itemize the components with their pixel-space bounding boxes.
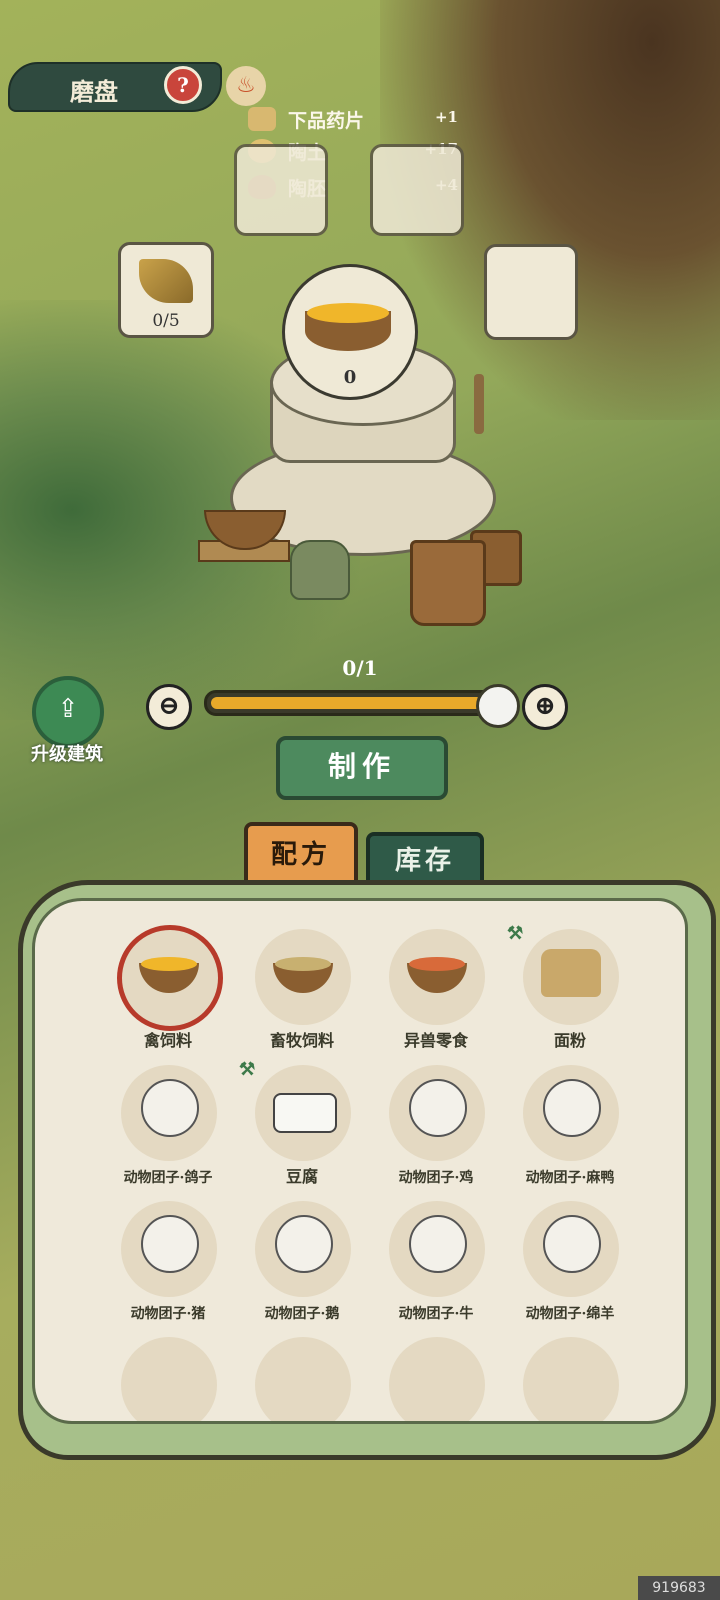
- help-icon[interactable]: ?: [164, 66, 202, 104]
- recipe-item-label: 禽饲料: [143, 1031, 192, 1050]
- recipe-item[interactable]: 禽饲料: [103, 923, 233, 1053]
- animal-dumpling-icon: [409, 1079, 467, 1137]
- animal-dumpling-icon: [141, 1215, 199, 1273]
- recipe-item-backdrop: [389, 1337, 485, 1421]
- recipe-grid: 禽饲料 畜牧饲料 异兽零食 ⚒ 面粉 动物团子·鸽子 ⚒ 豆腐 动物团子·鸡 动物团子·麻鸭 动物团…: [32, 898, 688, 1424]
- watermark-id: 919683: [638, 1576, 720, 1600]
- recipe-item[interactable]: 动物团子·猪: [103, 1195, 233, 1325]
- upgrade-building-label[interactable]: 升级建筑: [12, 740, 122, 766]
- animal-dumpling-icon: [543, 1215, 601, 1273]
- recipe-item-partial[interactable]: [237, 1331, 367, 1421]
- input-slot[interactable]: 0/5: [118, 242, 214, 338]
- minus-button[interactable]: ⊖: [146, 684, 192, 730]
- recipe-item[interactable]: 动物团子·鹅: [237, 1195, 367, 1325]
- recipe-item-label: 动物团子·牛: [398, 1306, 474, 1322]
- tofu-icon: [273, 1093, 337, 1133]
- animal-dumpling-icon: [275, 1215, 333, 1273]
- recipe-item-label: 动物团子·麻鸭: [525, 1170, 615, 1186]
- worker-slot-left[interactable]: [234, 144, 328, 236]
- recipe-item-label: 面粉: [553, 1031, 586, 1050]
- hammer-icon: ⚒: [507, 923, 524, 944]
- recipe-item-partial[interactable]: [103, 1331, 233, 1421]
- recipe-item[interactable]: 畜牧饲料: [237, 923, 367, 1053]
- quantity-label: 0/1: [342, 656, 378, 680]
- animal-dumpling-icon: [409, 1215, 467, 1273]
- recipe-item-label: 动物团子·绵羊: [525, 1306, 615, 1322]
- quantity-slider-fill: [211, 697, 483, 709]
- wooden-bucket: [410, 540, 486, 626]
- worker-slot-right[interactable]: [370, 144, 464, 236]
- hammer-icon: ⚒: [239, 1059, 256, 1080]
- animal-dumpling-icon: [141, 1079, 199, 1137]
- plus-button[interactable]: ⊕: [522, 684, 568, 730]
- medicine-tablet-icon: [248, 107, 276, 131]
- make-button[interactable]: 制作: [276, 736, 448, 800]
- recipe-item[interactable]: 动物团子·绵羊: [505, 1195, 635, 1325]
- animal-dumpling-icon: [543, 1079, 601, 1137]
- resource-count: +1: [434, 108, 458, 126]
- recipe-item-label: 畜牧饲料: [269, 1031, 334, 1050]
- recipe-item[interactable]: 动物团子·鸽子: [103, 1059, 233, 1189]
- grain-sack: [290, 540, 350, 600]
- input-slot-count: 0/5: [152, 311, 180, 331]
- quantity-slider-knob[interactable]: [476, 684, 520, 728]
- recipe-item-label: 豆腐: [285, 1167, 318, 1186]
- resource-row: 下品药片 +1: [248, 106, 458, 134]
- recipe-item-label: 动物团子·鸽子: [123, 1170, 213, 1186]
- empty-slot[interactable]: [484, 244, 578, 340]
- resource-name: 下品药片: [288, 110, 365, 132]
- recipe-item[interactable]: 动物团子·牛: [371, 1195, 501, 1325]
- millstone-handle: [474, 374, 484, 434]
- recipe-item[interactable]: ⚒ 豆腐: [237, 1059, 367, 1189]
- recipe-item[interactable]: ⚒ 面粉: [505, 923, 635, 1053]
- grain-pile: [307, 303, 389, 323]
- output-bubble[interactable]: 0: [282, 264, 418, 400]
- output-count: 0: [343, 367, 357, 388]
- recipe-item-label: 动物团子·猪: [130, 1306, 206, 1322]
- recipe-item-label: 动物团子·鹅: [264, 1306, 340, 1322]
- recipe-item-label: 异兽零食: [403, 1031, 468, 1050]
- recipe-item-label: 动物团子·鸡: [398, 1170, 474, 1186]
- building-title: 磨盘: [70, 77, 118, 106]
- recipe-item-backdrop: [121, 1337, 217, 1421]
- flour-sack-icon: [541, 949, 601, 997]
- quantity-slider-track[interactable]: [204, 690, 518, 716]
- recipe-item[interactable]: 异兽零食: [371, 923, 501, 1053]
- recipe-item-partial[interactable]: [505, 1331, 635, 1421]
- phoenix-emblem-icon[interactable]: ♨: [226, 66, 266, 106]
- recipe-item[interactable]: 动物团子·麻鸭: [505, 1059, 635, 1189]
- recipe-item[interactable]: 动物团子·鸡: [371, 1059, 501, 1189]
- upgrade-building-icon[interactable]: ⇪: [32, 676, 104, 748]
- recipe-item-backdrop: [255, 1337, 351, 1421]
- recipe-item-backdrop: [523, 1337, 619, 1421]
- wheat-icon: [139, 259, 193, 303]
- recipe-item-partial[interactable]: [371, 1331, 501, 1421]
